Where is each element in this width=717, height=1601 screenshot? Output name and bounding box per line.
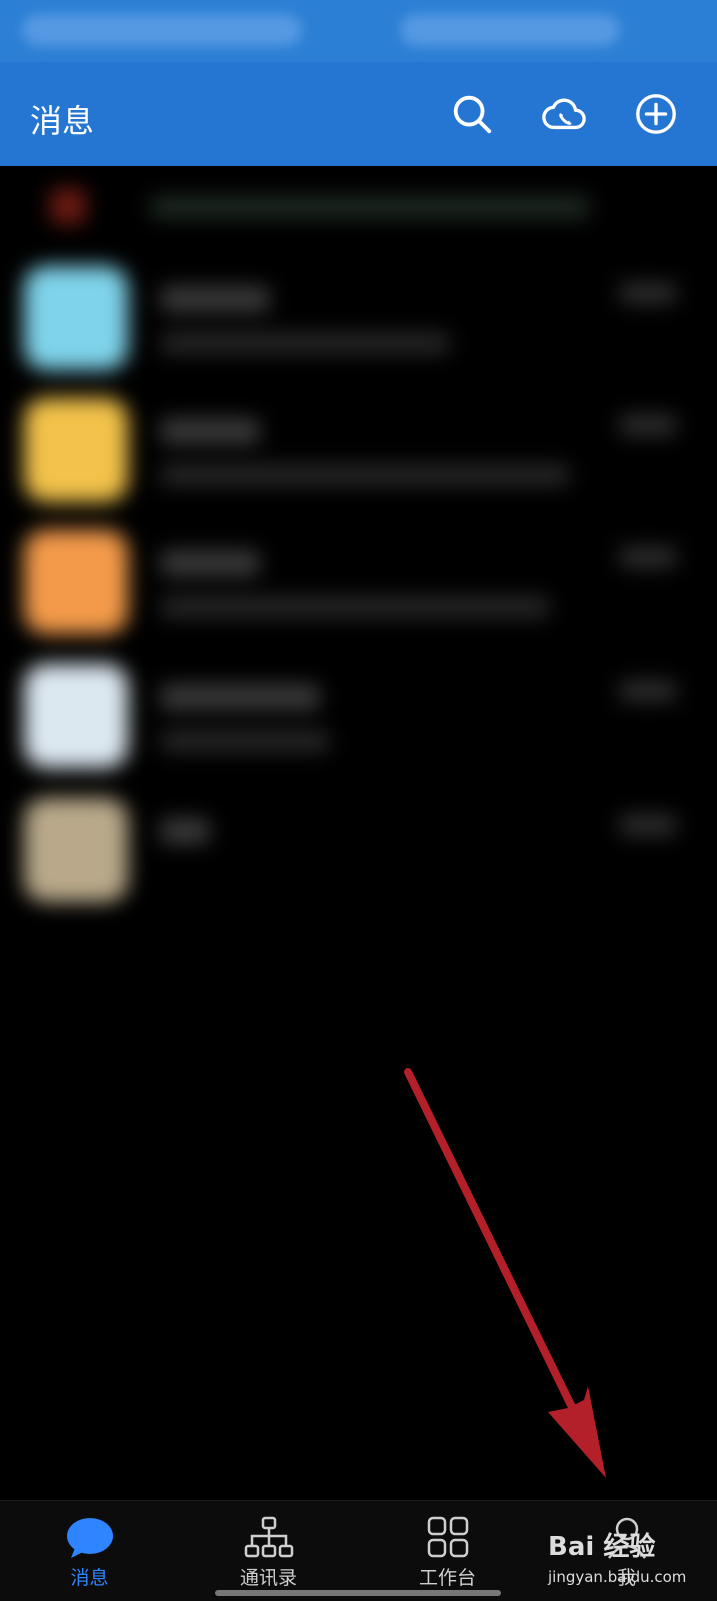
conversation-preview-blurred <box>160 596 550 618</box>
notice-banner[interactable] <box>0 166 717 246</box>
tab-label: 工作台 <box>418 1567 476 1589</box>
status-bar-blurred-left <box>22 14 302 46</box>
conversation-item[interactable] <box>0 252 717 372</box>
conversation-item[interactable] <box>0 784 717 904</box>
conversation-name-blurred <box>160 818 210 844</box>
conversation-time-blurred <box>619 414 677 436</box>
watermark-url: jingyan.baidu.com <box>548 1568 687 1586</box>
tab-messages[interactable]: 消息 <box>0 1501 179 1601</box>
conversation-time-blurred <box>619 680 677 702</box>
conversation-item[interactable] <box>0 384 717 504</box>
conversation-name-blurred <box>160 684 320 710</box>
conversation-time-blurred <box>619 814 677 836</box>
tab-contacts[interactable]: 通讯录 <box>179 1501 358 1601</box>
avatar <box>24 398 128 502</box>
status-bar <box>0 0 717 62</box>
cloud-phone-icon <box>542 98 586 130</box>
conversation-time-blurred <box>619 546 677 568</box>
conversation-time-blurred <box>619 282 677 304</box>
home-indicator[interactable] <box>215 1590 501 1596</box>
tab-workbench[interactable]: 工作台 <box>358 1501 537 1601</box>
grid-icon <box>423 1515 473 1561</box>
conversation-preview-blurred <box>160 464 570 486</box>
conversation-preview-blurred <box>160 730 330 752</box>
avatar <box>24 664 128 768</box>
conversation-name-blurred <box>160 550 260 576</box>
plus-circle-icon <box>636 94 676 134</box>
page-title: 消息 <box>30 102 95 140</box>
conversation-item[interactable] <box>0 516 717 636</box>
conversation-list <box>0 166 717 902</box>
search-icon <box>453 95 492 134</box>
conversation-name-blurred <box>160 418 260 444</box>
conversation-name-blurred <box>160 286 270 312</box>
chat-bubble-icon <box>65 1515 115 1561</box>
app-header: 消息 <box>0 62 717 166</box>
avatar <box>24 798 128 902</box>
tab-label: 消息 <box>70 1567 109 1589</box>
add-button[interactable] <box>630 88 682 140</box>
watermark-logo-text: Bai 经验 <box>548 1532 656 1562</box>
cloud-phone-button[interactable] <box>538 88 590 140</box>
search-button[interactable] <box>446 88 498 140</box>
avatar <box>24 266 128 370</box>
baidu-watermark: Bai 经验 jingyan.baidu.com <box>548 1526 708 1592</box>
conversation-item[interactable] <box>0 650 717 770</box>
notice-text-blurred <box>150 196 590 218</box>
org-chart-icon <box>244 1515 294 1561</box>
status-bar-blurred-right <box>400 14 620 46</box>
notice-icon <box>50 188 86 224</box>
avatar <box>24 530 128 634</box>
tab-label: 通讯录 <box>239 1567 297 1589</box>
conversation-preview-blurred <box>160 332 450 354</box>
